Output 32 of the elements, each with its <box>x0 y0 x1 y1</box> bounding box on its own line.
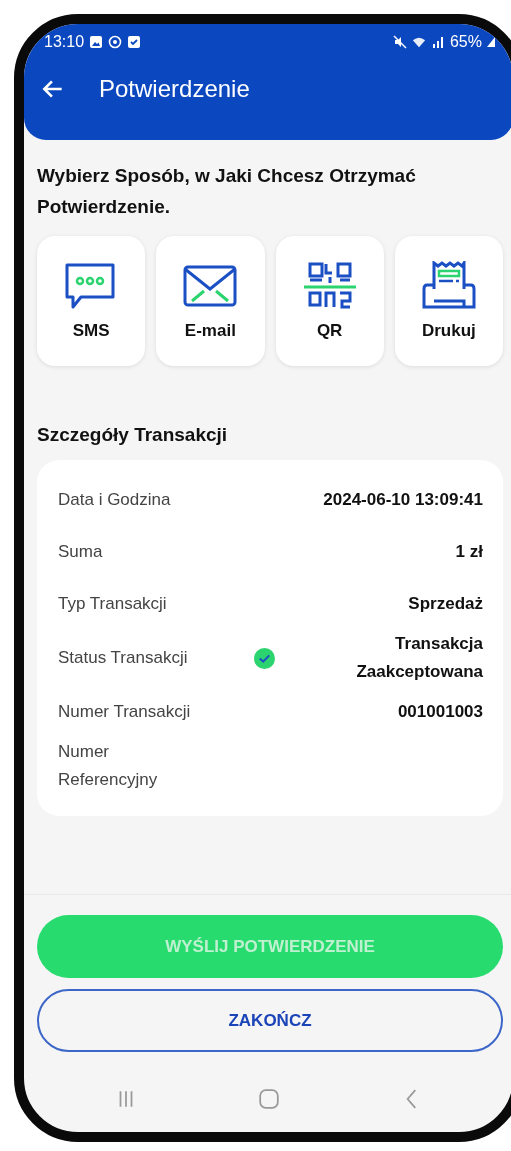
battery-icon <box>487 37 495 47</box>
detail-value: 1 zł <box>455 541 483 563</box>
detail-label: Typ Transakcji <box>58 593 168 615</box>
signal-icon <box>430 35 445 49</box>
image-icon <box>89 35 104 49</box>
battery-percent: 65% <box>449 33 482 51</box>
option-card[interactable]: SMS <box>37 236 146 366</box>
detail-value: 2024-06-10 13:09:41 <box>323 489 483 511</box>
detail-value: Transakcja Zaakceptowana <box>355 633 483 683</box>
printer-receipt-icon <box>420 261 477 311</box>
detail-value: Sprzedaż <box>408 593 483 615</box>
detail-label: Numer Transakcji <box>58 701 192 723</box>
option-card[interactable]: QR <box>275 236 384 366</box>
checkbox-icon <box>127 35 142 49</box>
detail-value: 001001003 <box>397 701 483 723</box>
screen-title: Potwierdzenie <box>99 75 250 103</box>
detail-label: Data i Godzina <box>58 489 172 511</box>
status-time: 13:10 <box>44 33 85 51</box>
option-card[interactable]: Drukuj <box>394 236 503 366</box>
wifi-icon <box>411 35 426 49</box>
section-title: Szczegóły Transakcji <box>37 424 229 446</box>
sync-icon <box>108 35 123 49</box>
detail-label: Status Transakcji <box>58 647 189 669</box>
mute-icon <box>392 35 407 49</box>
prompt-text: Wybierz Sposób, w Jaki Chcesz Otrzymać Potwierdzenie. <box>37 164 417 219</box>
finish-button[interactable]: ZAKOŃCZ <box>37 989 503 1052</box>
detail-label: Numer Referencyjny <box>58 741 159 791</box>
check-circle-icon <box>254 647 275 669</box>
detail-label: Suma <box>58 541 104 563</box>
qr-code-icon <box>301 261 358 311</box>
home-icon[interactable] <box>257 1088 280 1110</box>
option-card[interactable]: E-mail <box>156 236 265 366</box>
